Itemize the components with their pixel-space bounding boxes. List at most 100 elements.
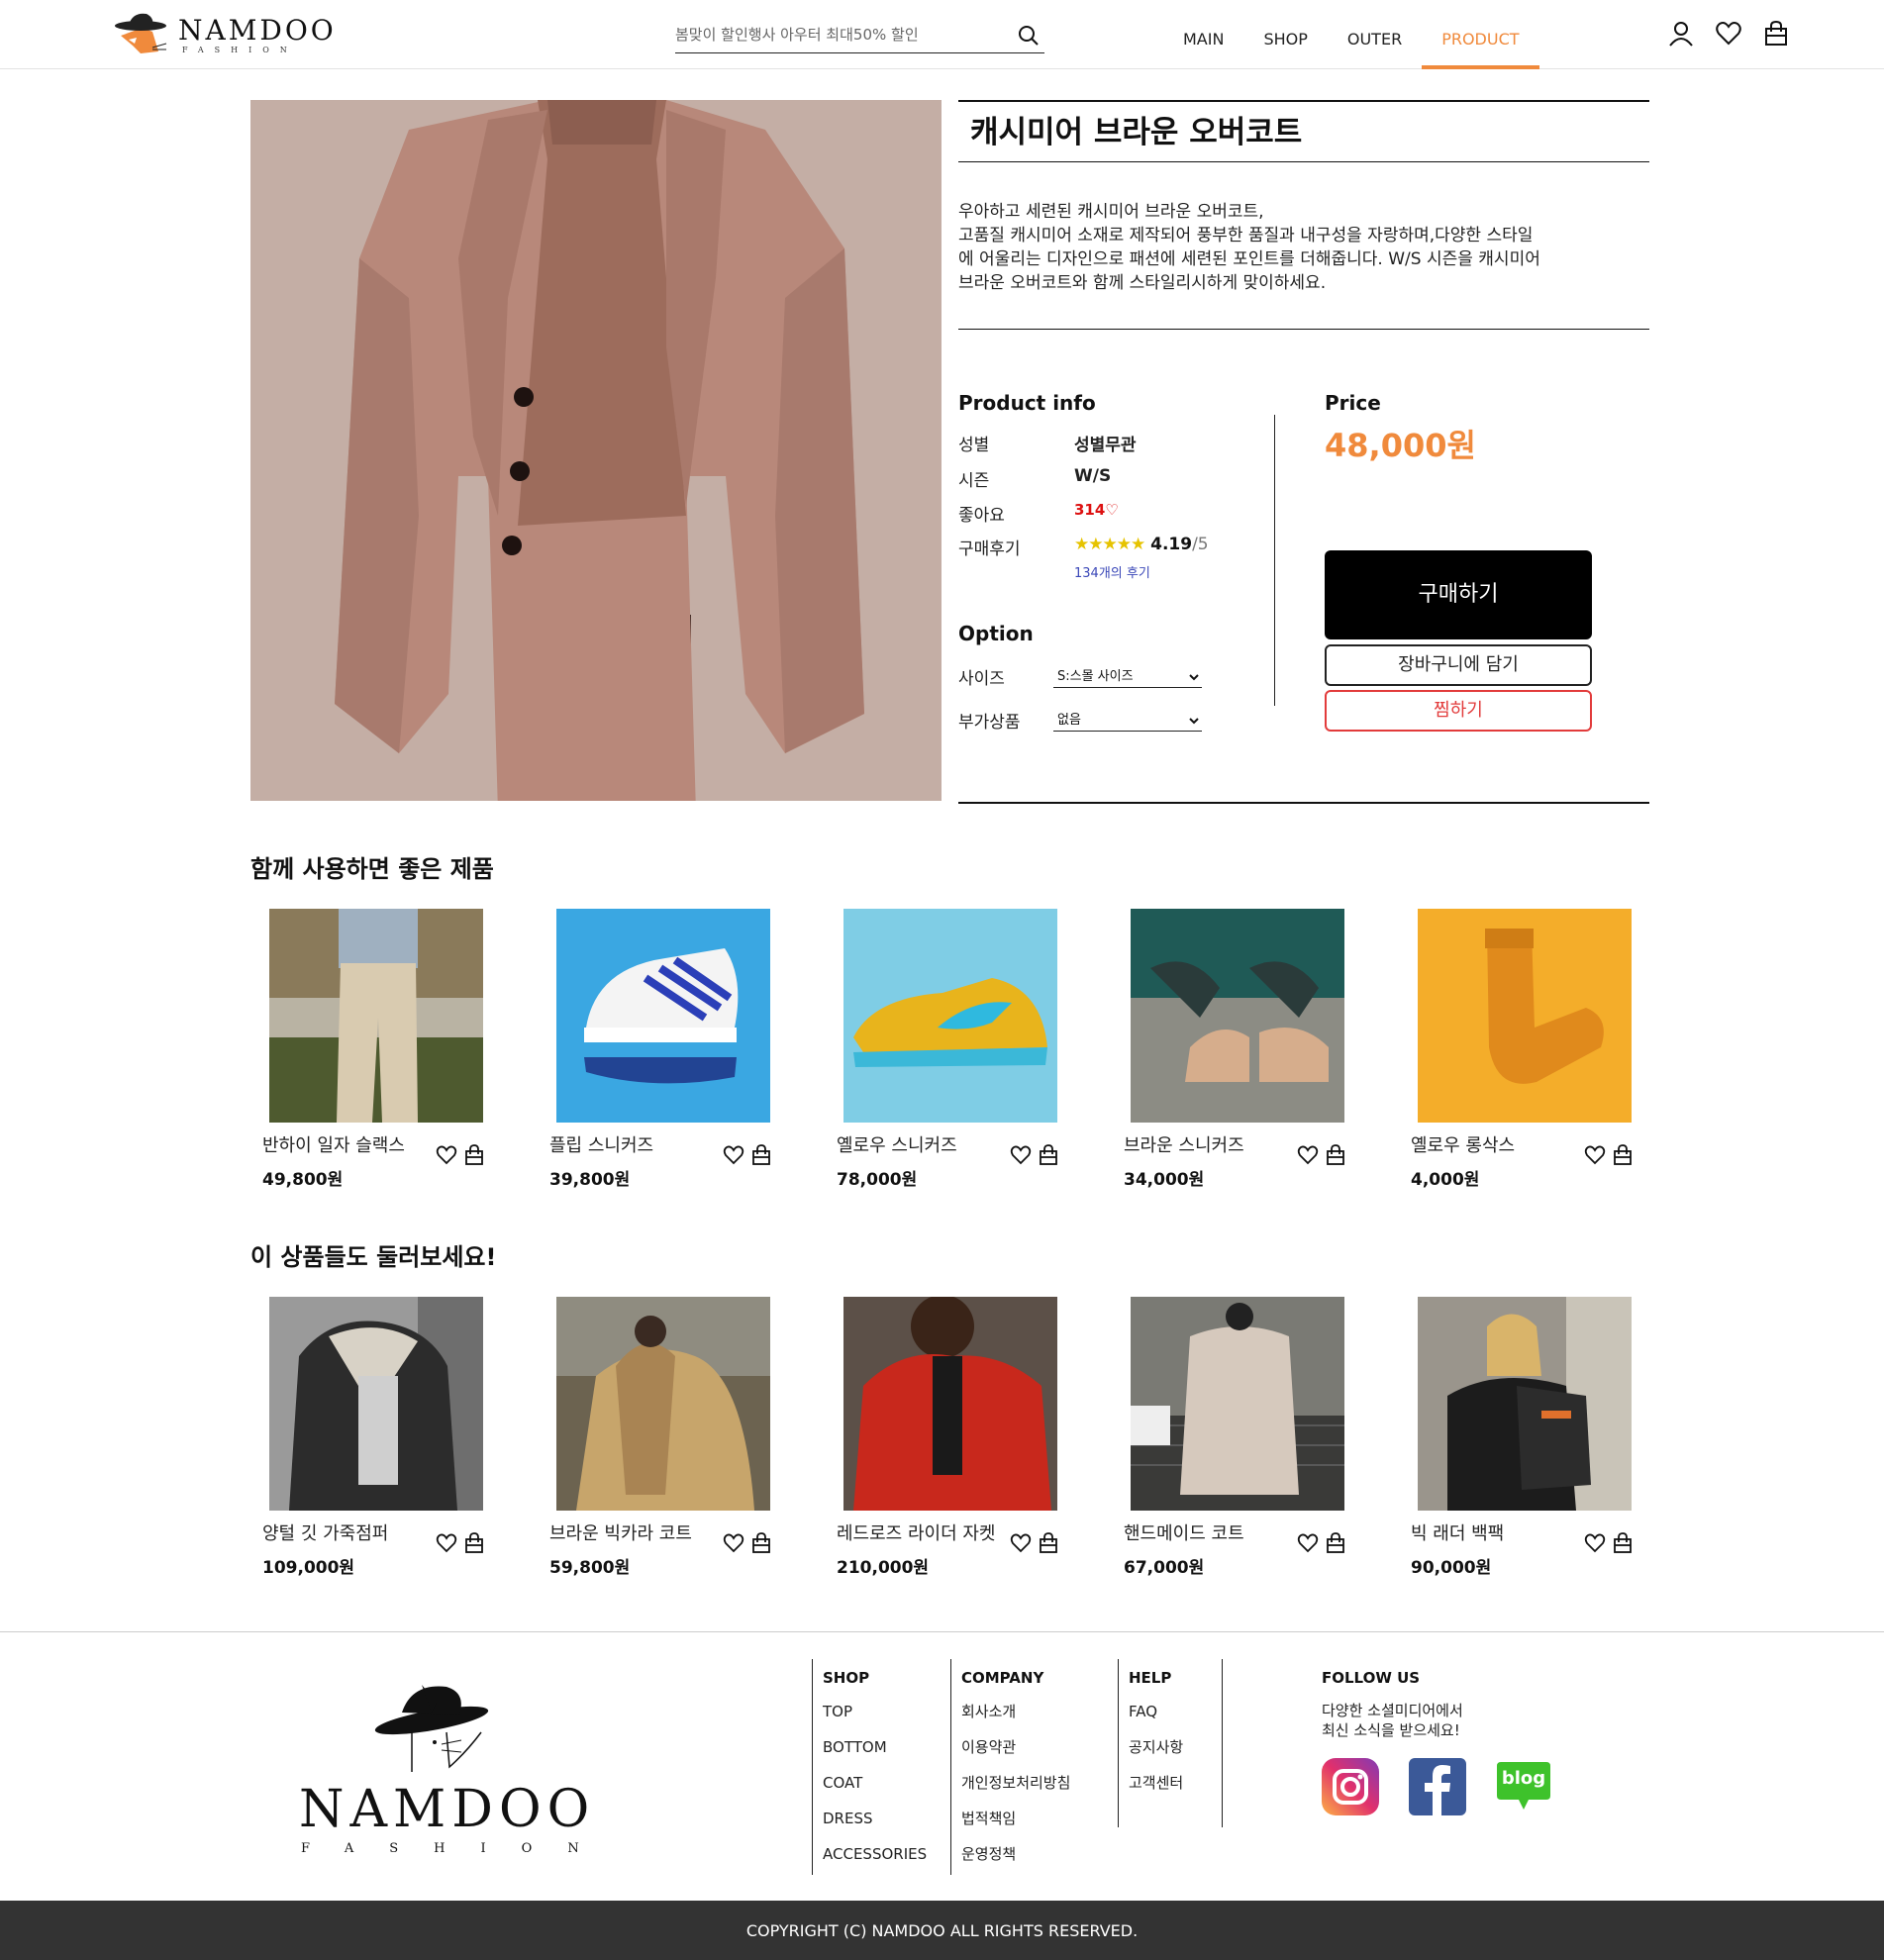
heart-icon[interactable]	[1010, 1532, 1032, 1554]
price-panel: Price 48,000원 구매하기 장바구니에 담기 찜하기	[1325, 391, 1641, 732]
nav-main[interactable]: MAIN	[1163, 0, 1243, 69]
add-to-cart-button[interactable]: 장바구니에 담기	[1325, 644, 1592, 686]
buy-button[interactable]: 구매하기	[1325, 550, 1592, 639]
footer-help-column: HELP FAQ 공지사항 고객센터	[1118, 1659, 1223, 1827]
product-price: 109,000원	[262, 1558, 355, 1578]
brand-logo[interactable]: NAMDOO FASHION	[107, 10, 337, 59]
facebook-icon[interactable]	[1409, 1758, 1466, 1815]
heart-icon[interactable]	[436, 1144, 457, 1166]
product-thumbnail[interactable]	[843, 1297, 1057, 1511]
footer-brand-name: NAMDOO	[299, 1780, 596, 1839]
product-name[interactable]: 옐로우 롱삭스	[1411, 1131, 1515, 1157]
product-thumbnail[interactable]	[556, 909, 770, 1123]
heart-icon[interactable]	[723, 1532, 744, 1554]
rating-max: /5	[1192, 535, 1209, 554]
heart-icon[interactable]	[1010, 1144, 1032, 1166]
product-title: 캐시미어 브라운 오버코트	[970, 115, 1303, 150]
blog-label: blog	[1501, 1768, 1546, 1789]
option-title: Option	[958, 622, 1034, 645]
product-thumbnail[interactable]	[1418, 1297, 1632, 1511]
shopping-bag-icon[interactable]	[1762, 20, 1790, 48]
product-thumbnail[interactable]	[269, 1297, 483, 1511]
product-main-image	[250, 100, 942, 801]
product-name[interactable]: 반하이 일자 슬랙스	[262, 1131, 405, 1157]
footer-link-bottom[interactable]: BOTTOM	[823, 1736, 927, 1758]
shopping-bag-icon[interactable]	[1039, 1532, 1058, 1554]
user-icon[interactable]	[1667, 20, 1695, 48]
price-title: Price	[1325, 391, 1381, 415]
footer-link-policy[interactable]: 운영정책	[961, 1843, 1070, 1865]
shopping-bag-icon[interactable]	[464, 1532, 484, 1554]
product-title-bar: 캐시미어 브라운 오버코트	[958, 100, 1649, 162]
product-name[interactable]: 브라운 스니커즈	[1124, 1131, 1244, 1157]
product-thumbnail[interactable]	[843, 909, 1057, 1123]
shopping-bag-icon[interactable]	[751, 1532, 771, 1554]
recommended-title: 함께 사용하면 좋은 제품	[250, 855, 494, 883]
heart-icon[interactable]	[1584, 1144, 1606, 1166]
nav-outer[interactable]: OUTER	[1328, 0, 1422, 69]
footer-logo[interactable]: NAMDOO FASHION	[293, 1673, 610, 1861]
likes-count[interactable]: 314♡	[1074, 501, 1119, 519]
shopping-bag-icon[interactable]	[1326, 1532, 1345, 1554]
search-input[interactable]	[675, 20, 1002, 49]
footer-link-notice[interactable]: 공지사항	[1129, 1736, 1222, 1758]
product-name[interactable]: 핸드메이드 코트	[1124, 1519, 1244, 1545]
product-name[interactable]: 옐로우 스니커즈	[837, 1131, 957, 1157]
product-price: 34,000원	[1124, 1170, 1205, 1190]
heart-icon[interactable]	[1584, 1532, 1606, 1554]
footer-link-about[interactable]: 회사소개	[961, 1701, 1070, 1722]
heart-icon[interactable]	[1715, 20, 1742, 48]
product-name[interactable]: 빅 래더 백팩	[1411, 1519, 1504, 1545]
shopping-bag-icon[interactable]	[464, 1144, 484, 1166]
footer-company-title: COMPANY	[961, 1669, 1044, 1687]
addon-select[interactable]: 없음	[1053, 710, 1202, 732]
product-thumbnail[interactable]	[1131, 909, 1344, 1123]
size-select[interactable]: S:스몰 사이즈	[1053, 666, 1202, 688]
shopping-bag-icon[interactable]	[1613, 1144, 1633, 1166]
search-icon[interactable]	[1017, 24, 1041, 48]
description-line: 고품질 캐시미어 소재로 제작되어 풍부한 품질과 내구성을 자랑하며,다양한 …	[958, 226, 1534, 245]
product-thumbnail[interactable]	[1131, 1297, 1344, 1511]
product-name[interactable]: 브라운 빅카라 코트	[549, 1519, 692, 1545]
shopping-bag-icon[interactable]	[1039, 1144, 1058, 1166]
instagram-icon[interactable]	[1322, 1758, 1379, 1815]
product-thumbnail[interactable]	[269, 909, 483, 1123]
footer-link-terms[interactable]: 이용약관	[961, 1736, 1070, 1758]
divider-vertical	[1274, 415, 1275, 706]
header-icons	[1667, 20, 1790, 48]
footer-link-legal[interactable]: 법적책임	[961, 1808, 1070, 1829]
gender-label: 성별	[958, 436, 990, 455]
heart-icon[interactable]	[1297, 1144, 1319, 1166]
footer-link-privacy[interactable]: 개인정보처리방침	[961, 1772, 1070, 1794]
shopping-bag-icon[interactable]	[1326, 1144, 1345, 1166]
heart-icon[interactable]	[436, 1532, 457, 1554]
product-info: Product info 성별 성별무관 시즌 W/S 좋아요 314♡ 구매후…	[958, 391, 1255, 733]
heart-icon[interactable]	[723, 1144, 744, 1166]
product-name[interactable]: 플립 스니커즈	[549, 1131, 653, 1157]
brand-subtitle: FASHION	[182, 45, 298, 54]
product-name[interactable]: 양털 깃 가죽점퍼	[262, 1519, 388, 1545]
footer-link-top[interactable]: TOP	[823, 1701, 927, 1722]
footer-link-dress[interactable]: DRESS	[823, 1808, 927, 1829]
footer-link-support[interactable]: 고객센터	[1129, 1772, 1222, 1794]
description-line: 브라운 오버코트와 함께 스타일리시하게 맞이하세요.	[958, 273, 1327, 293]
footer-link-faq[interactable]: FAQ	[1129, 1701, 1222, 1722]
product-thumbnail[interactable]	[1418, 909, 1632, 1123]
nav-product[interactable]: PRODUCT	[1422, 0, 1539, 69]
product-price: 39,800원	[549, 1170, 631, 1190]
product-price: 48,000원	[1325, 427, 1476, 464]
shopping-bag-icon[interactable]	[1613, 1532, 1633, 1554]
blog-icon[interactable]: blog	[1495, 1758, 1552, 1815]
heart-icon[interactable]	[1297, 1532, 1319, 1554]
gender-value: 성별무관	[1074, 436, 1137, 455]
divider	[958, 802, 1649, 804]
footer-link-accessories[interactable]: ACCESSORIES	[823, 1843, 927, 1865]
footer-link-coat[interactable]: COAT	[823, 1772, 927, 1794]
review-count-link[interactable]: 134개의 후기	[1074, 562, 1150, 581]
product-thumbnail[interactable]	[556, 1297, 770, 1511]
nav-shop[interactable]: SHOP	[1243, 0, 1327, 69]
shopping-bag-icon[interactable]	[751, 1144, 771, 1166]
product-name[interactable]: 레드로즈 라이더 자켓	[837, 1519, 995, 1545]
wishlist-button[interactable]: 찜하기	[1325, 690, 1592, 732]
copyright-bar: COPYRIGHT (C) NAMDOO ALL RIGHTS RESERVED…	[0, 1901, 1884, 1960]
